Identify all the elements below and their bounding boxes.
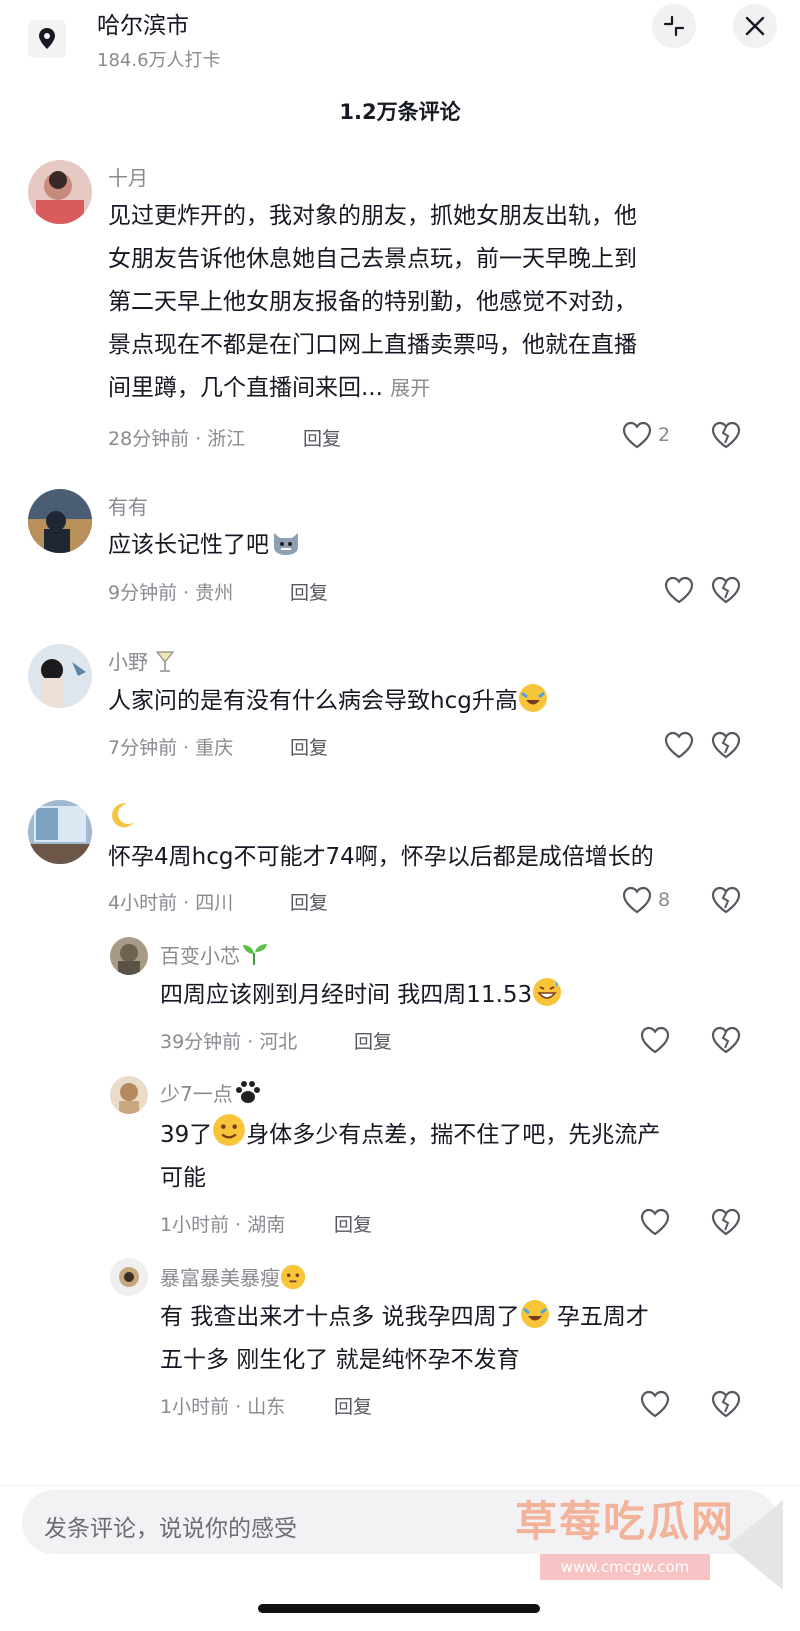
avatar[interactable] [110,937,148,975]
reply-meta: 1小时前 · 山东 [160,1396,286,1418]
comment-meta: 7分钟前 · 重庆 [108,737,234,759]
laughing-crying-emoji-icon [520,1300,549,1328]
reply-text: 39了 身体多少有点差，揣不住了吧，先兆流产 可能 [160,1113,770,1200]
heart-icon[interactable] [640,1390,670,1418]
comment-text: 人家问的是有没有什么病会导致hcg升高 [108,680,548,723]
laughing-crying-emoji-icon [518,684,547,712]
comment-meta: 4小时前 · 四川 [108,892,234,914]
like-button[interactable]: 8 [622,886,670,914]
reply-meta: 39分钟前 · 河北 [160,1031,298,1053]
comment-text: 应该长记性了吧 [108,524,303,567]
broken-heart-icon[interactable] [710,421,742,449]
face-no-mouth-emoji-icon [280,1264,306,1290]
location-pin-icon [28,20,66,58]
heart-icon [622,886,652,914]
reply-button[interactable]: 回复 [290,578,328,605]
reply-text: 有 我查出来才十点多 说我孕四周了 孕五周才 五十多 刚生化了 就是纯怀孕不发育 [160,1296,770,1382]
collapse-button[interactable] [652,4,696,48]
comment-text: 怀孕4周hcg不可能才74啊，怀孕以后都是成倍增长的 [108,844,654,870]
reply-button[interactable]: 回复 [334,1392,372,1419]
heart-icon[interactable] [640,1026,670,1054]
location-name[interactable]: 哈尔滨市 [97,6,189,40]
home-indicator [258,1604,540,1613]
heart-icon [664,576,694,604]
broken-heart-icon[interactable] [710,576,742,604]
heart-icon[interactable] [640,1208,670,1236]
username-text: 暴富暴美暴瘦 [160,1266,280,1290]
comment-meta: 9分钟前 · 贵州 [108,582,234,604]
reply-body-a: 39了 [160,1122,213,1148]
comment-body: 人家问的是有没有什么病会导致hcg升高 [108,688,518,714]
sprout-icon [243,944,267,965]
like-button[interactable]: 2 [622,421,670,449]
broken-heart-icon[interactable] [710,886,742,914]
watermark-url: www.cmcgw.com [540,1554,710,1580]
comment-meta: 28分钟前 · 浙江 [108,428,246,450]
comment-username[interactable]: 有有 [108,491,148,520]
broken-heart-icon[interactable] [710,1026,742,1054]
comment-username[interactable]: 十月 [108,162,148,191]
avatar[interactable] [28,489,92,553]
reply-username[interactable]: 少7一点 [160,1078,263,1107]
avatar[interactable] [28,160,92,224]
comment-text: 见过更炸开的，我对象的朋友，抓她女朋友出轨，他 女朋友告诉他休息她自己去景点玩，… [108,195,768,410]
crescent-moon-icon [112,803,134,828]
reply-button[interactable]: 回复 [290,733,328,760]
avatar[interactable] [110,1258,148,1296]
like-button[interactable] [664,731,700,759]
cat-sticker-icon [274,533,298,555]
username-text: 小野 [108,650,148,674]
smiling-emoji-icon [213,1114,246,1146]
reply-button[interactable]: 回复 [334,1210,372,1237]
username-text: 百变小芯 [160,944,240,968]
comment-body: 应该长记性了吧 [108,532,269,558]
reply-body-a: 有 我查出来才十点多 说我孕四周了 [160,1304,520,1330]
broken-heart-icon[interactable] [710,731,742,759]
reply-username[interactable]: 百变小芯 [160,940,270,969]
reply-text: 四周应该刚到月经时间 我四周11.53 [160,974,562,1017]
reply-username[interactable]: 暴富暴美暴瘦 [160,1262,306,1291]
close-icon [745,16,765,36]
grinning-sweat-emoji-icon [533,978,562,1006]
avatar[interactable] [28,644,92,708]
like-button[interactable] [664,576,700,604]
paw-icon [235,1081,260,1103]
close-button[interactable] [733,4,777,48]
heart-icon [622,421,652,449]
broken-heart-icon[interactable] [710,1390,742,1418]
reply-button[interactable]: 回复 [354,1027,392,1054]
cocktail-icon [156,651,175,672]
reply-button[interactable]: 回复 [290,888,328,915]
avatar[interactable] [110,1076,148,1114]
like-count: 8 [658,889,671,911]
comment-count-title: 1.2万条评论 [339,100,461,124]
watermark-arrow [728,1500,783,1590]
broken-heart-icon[interactable] [710,1208,742,1236]
comment-input-placeholder: 发条评论，说说你的感受 [44,1516,297,1542]
comment-username[interactable] [108,800,138,835]
expand-link[interactable]: 展开 [390,376,430,400]
reply-button[interactable]: 回复 [303,424,341,451]
comment-username[interactable]: 小野 [108,646,176,675]
checkin-count: 184.6万人打卡 [97,50,221,71]
reply-meta: 1小时前 · 湖南 [160,1214,286,1236]
username-text: 少7一点 [160,1082,233,1106]
watermark-text: 草莓吃瓜网 [515,1497,736,1546]
collapse-arrows-icon [663,15,685,37]
like-count: 2 [658,424,671,446]
heart-icon [664,731,694,759]
avatar[interactable] [28,800,92,864]
comment-body: 见过更炸开的，我对象的朋友，抓她女朋友出轨，他 女朋友告诉他休息她自己去景点玩，… [108,203,637,401]
reply-body: 四周应该刚到月经时间 我四周11.53 [160,982,533,1008]
location-header: 哈尔滨市 184.6万人打卡 1.2万条评论 [0,0,800,150]
